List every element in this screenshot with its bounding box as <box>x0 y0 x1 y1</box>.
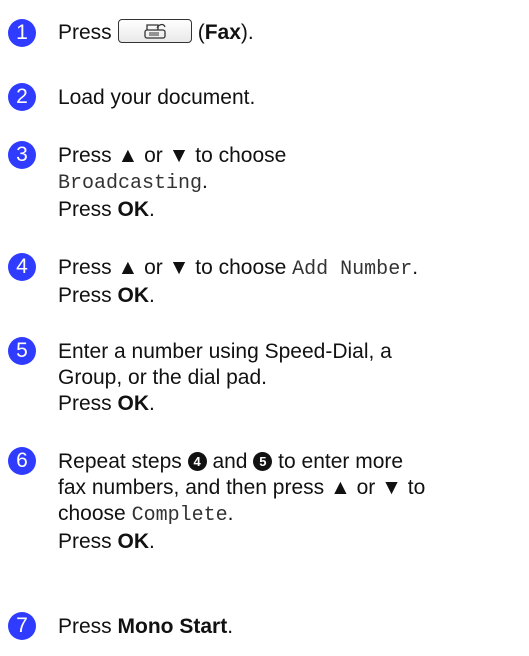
step-5-text: Enter a number using Speed-Dial, a Group… <box>58 339 528 417</box>
fax-key-label: Fax <box>204 21 241 44</box>
step-4-press: Press <box>58 284 112 307</box>
step-6-end: . <box>149 530 155 553</box>
step-6-and: and <box>212 450 248 473</box>
step-3-line-1: Press ▲ or ▼ to choose <box>58 144 287 167</box>
step-6-choose: choose <box>58 502 126 525</box>
step-number-4: 4 <box>8 253 36 281</box>
step-5-line-1: Enter a number using Speed-Dial, a <box>58 340 392 363</box>
step-1-paren-close: ). <box>240 21 254 44</box>
menu-option-broadcasting: Broadcasting <box>58 172 203 195</box>
ok-key-label: OK <box>117 284 150 307</box>
step-4-text: Press ▲ or ▼ to choose Add Number. Press… <box>58 255 528 309</box>
step-4-end: . <box>149 284 155 307</box>
step-number-6: 6 <box>8 447 36 475</box>
step-6-line-3: choose Complete. <box>58 501 528 529</box>
step-1-paren-open: ( <box>197 21 205 44</box>
step-6-repeat: Repeat steps <box>58 450 182 473</box>
step-6-press: Press <box>58 530 112 553</box>
step-4-line-1: Press ▲ or ▼ to choose Add Number. <box>58 255 528 283</box>
step-5-press: Press <box>58 392 112 415</box>
step-6-enter-more: to enter more <box>278 450 404 473</box>
ok-key-label: OK <box>117 530 150 553</box>
step-3-text: Press ▲ or ▼ to choose Broadcasting. Pre… <box>58 143 528 223</box>
ok-key-label: OK <box>117 198 150 221</box>
step-3-end: . <box>149 198 155 221</box>
step-3-line-2: Broadcasting. <box>58 169 528 197</box>
step-5-line-2: Group, or the dial pad. <box>58 366 267 389</box>
step-7-press: Press <box>58 615 112 638</box>
step-5-end: . <box>149 392 155 415</box>
step-number-2: 2 <box>8 83 36 111</box>
menu-option-complete: Complete <box>131 504 228 527</box>
step-3-line-3: Press OK. <box>58 197 528 223</box>
step-6-period: . <box>227 502 234 525</box>
step-number-5: 5 <box>8 337 36 365</box>
step-ref-5: 5 <box>253 452 273 471</box>
step-6-line-4: Press OK. <box>58 529 528 555</box>
mono-start-key-label: Mono Start <box>117 615 228 638</box>
step-ref-4: 4 <box>187 452 207 471</box>
fax-machine-icon <box>144 24 166 40</box>
menu-option-add-number: Add Number <box>292 258 413 281</box>
step-6-line-2: fax numbers, and then press ▲ or ▼ to <box>58 476 426 499</box>
step-4-line-2: Press OK. <box>58 283 528 309</box>
step-number-3: 3 <box>8 141 36 169</box>
step-3-period: . <box>202 170 208 193</box>
step-2-text: Load your document. <box>58 86 256 109</box>
step-number-1: 1 <box>8 19 36 47</box>
step-5-line-3: Press OK. <box>58 391 528 417</box>
step-6-line-1: Repeat steps 4 and 5 to enter more <box>58 449 528 475</box>
step-4-period: . <box>412 256 419 279</box>
step-7-end: . <box>227 615 234 638</box>
fax-button <box>117 19 192 44</box>
step-1-text: Press (Fax). <box>58 19 528 46</box>
step-1-press: Press <box>58 21 112 44</box>
step-4-choose: Press ▲ or ▼ to choose <box>58 256 287 279</box>
step-number-7: 7 <box>8 612 36 640</box>
step-6-text: Repeat steps 4 and 5 to enter more fax n… <box>58 449 528 555</box>
step-7-text: Press Mono Start. <box>58 614 528 640</box>
step-3-press: Press <box>58 198 112 221</box>
ok-key-label: OK <box>117 392 150 415</box>
